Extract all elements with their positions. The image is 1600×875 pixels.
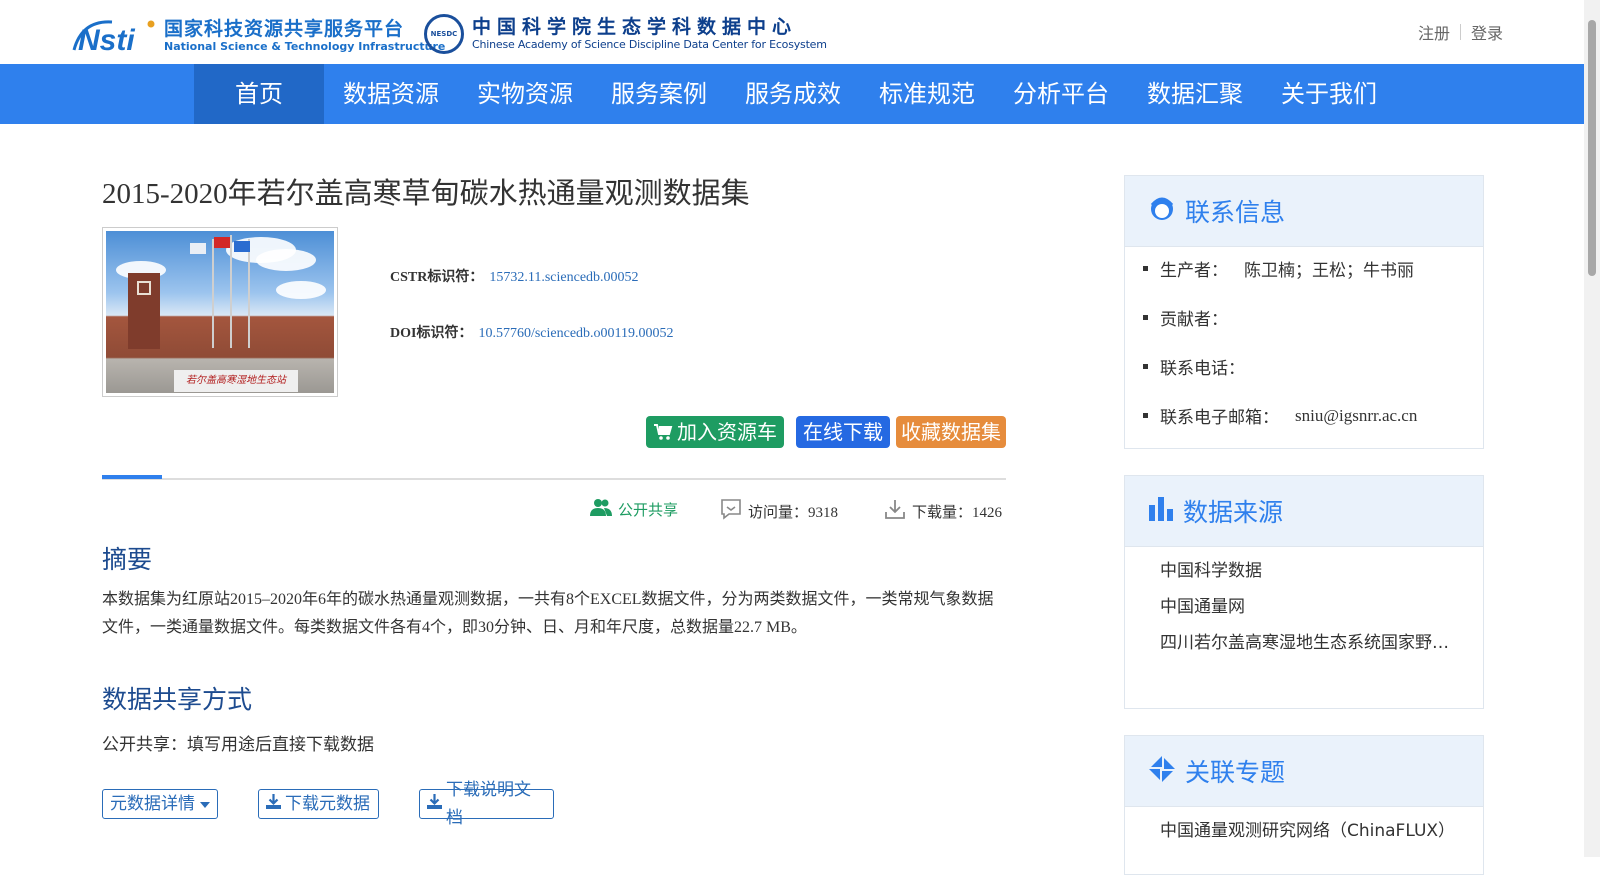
station-photo: 若尔盖高寒湿地生态站 <box>106 231 334 393</box>
topic-item-1[interactable]: 中国通量观测研究网络（ChinaFLUX） <box>1160 816 1460 841</box>
nav-item-service-results[interactable]: 服务成效 <box>726 64 860 124</box>
source-item-1[interactable]: 中国科学数据 <box>1160 556 1460 581</box>
download-metadata-icon <box>266 790 281 818</box>
doi-link[interactable]: 10.57760/sciencedb.o00119.00052 <box>478 326 673 341</box>
cart-icon <box>653 418 673 450</box>
nav-item-service-cases[interactable]: 服务案例 <box>592 64 726 124</box>
public-share-stat: 公开共享 <box>590 498 678 521</box>
online-download-button[interactable]: 在线下载 <box>796 416 890 448</box>
add-to-cart-label: 加入资源车 <box>677 420 777 444</box>
producer-value: 陈卫楠；王松；牛书丽 <box>1244 261 1414 281</box>
contact-row-email: 联系电子邮箱： sniu@igsnrr.ac.cn <box>1143 403 1417 428</box>
source-item-2[interactable]: 中国通量网 <box>1160 592 1460 617</box>
tab-divider <box>102 478 1006 480</box>
users-icon <box>590 498 618 521</box>
data-source-panel-title: 数据来源 <box>1183 498 1284 527</box>
auth-divider <box>1460 24 1462 40</box>
download-count-stat: 下载量：1426 <box>884 498 1002 525</box>
nsti-logo[interactable]: Nsti 国家科技资源共享服务平台 National Science & Tec… <box>72 14 445 58</box>
cstr-link[interactable]: 15732.11.sciencedb.00052 <box>489 270 638 285</box>
related-topics-panel-title: 关联专题 <box>1185 758 1286 787</box>
producer-label: 生产者： <box>1160 261 1228 281</box>
cstr-identifier: CSTR标识符： 15732.11.sciencedb.00052 <box>390 266 639 286</box>
nesdc-logo[interactable]: NESDC 中国科学院生态学科数据中心 Chinese Academy of S… <box>424 14 827 54</box>
related-topics-panel-header: 关联专题 <box>1125 736 1483 807</box>
nav-item-data-resources[interactable]: 数据资源 <box>324 64 458 124</box>
contact-row-contributor: 贡献者： <box>1143 305 1244 330</box>
nav-item-standards[interactable]: 标准规范 <box>860 64 994 124</box>
download-metadata-label: 下载元数据 <box>285 794 370 814</box>
contributor-label: 贡献者： <box>1160 310 1228 330</box>
add-to-cart-button[interactable]: 加入资源车 <box>646 416 784 448</box>
dataset-thumbnail: 若尔盖高寒湿地生态站 <box>102 227 338 397</box>
contact-panel: 联系信息 生产者： 陈卫楠；王松；牛书丽 贡献者： 联系电话： 联系电子邮箱： sn… <box>1124 175 1484 449</box>
bar-chart-icon <box>1149 497 1173 525</box>
page-scrollbar[interactable] <box>1584 0 1600 857</box>
nsti-logo-cn: 国家科技资源共享服务平台 <box>164 18 405 40</box>
main-nav: 首页 数据资源 实物资源 服务案例 服务成效 标准规范 分析平台 数据汇聚 关于… <box>0 64 1584 124</box>
data-source-panel-header: 数据来源 <box>1125 476 1483 547</box>
download-doc-button[interactable]: 下载说明文档 <box>419 780 554 828</box>
dataset-title: 2015-2020年若尔盖高寒草甸碳水热通量观测数据集 <box>102 178 750 210</box>
site-header: Nsti 国家科技资源共享服务平台 National Science & Tec… <box>0 0 1584 64</box>
nav-item-analysis-platform[interactable]: 分析平台 <box>994 64 1128 124</box>
comment-icon <box>720 498 748 525</box>
login-link[interactable]: 登录 <box>1471 20 1503 44</box>
metadata-detail-label: 元数据详情 <box>110 794 195 814</box>
nav-item-about-us[interactable]: 关于我们 <box>1262 64 1396 124</box>
visit-count-stat: 访问量：9318 <box>720 498 838 525</box>
nsti-logo-en: National Science & Technology Infrastruc… <box>164 40 446 53</box>
scrollbar-thumb[interactable] <box>1588 20 1596 276</box>
sharing-text: 公开共享：填写用途后直接下载数据 <box>102 735 374 755</box>
source-item-3[interactable]: 四川若尔盖高寒湿地生态系统国家野外科学观测研究站 <box>1160 628 1460 653</box>
contact-panel-header: 联系信息 <box>1125 176 1483 247</box>
download-doc-label: 下载说明文档 <box>446 780 531 828</box>
related-topics-panel: 关联专题 中国通量观测研究网络（ChinaFLUX） <box>1124 735 1484 875</box>
download-icon <box>884 498 912 525</box>
nesdc-logo-en: Chinese Academy of Science Discipline Da… <box>472 38 827 51</box>
nav-item-home[interactable]: 首页 <box>194 64 324 124</box>
nav-item-data-aggregation[interactable]: 数据汇聚 <box>1128 64 1262 124</box>
visit-count: 访问量：9318 <box>748 505 839 521</box>
phone-label: 联系电话： <box>1160 359 1245 379</box>
nesdc-logo-cn: 中国科学院生态学科数据中心 <box>472 16 798 38</box>
download-metadata-button[interactable]: 下载元数据 <box>258 789 379 819</box>
download-doc-icon <box>427 790 442 818</box>
svg-text:Nsti: Nsti <box>78 24 135 56</box>
topics-icon <box>1149 756 1175 786</box>
email-value: sniu@igsnrr.ac.cn <box>1295 405 1418 425</box>
abstract-heading: 摘要 <box>102 545 153 574</box>
register-link[interactable]: 注册 <box>1418 20 1450 44</box>
metadata-detail-button[interactable]: 元数据详情 <box>102 789 218 819</box>
caret-down-icon <box>200 790 210 818</box>
auth-links: 注册 登录 <box>1418 20 1503 44</box>
public-share-label: 公开共享 <box>618 503 679 519</box>
doi-label: DOI标识符： <box>390 326 473 341</box>
contact-row-producer: 生产者： 陈卫楠；王松；牛书丽 <box>1143 256 1414 281</box>
favorite-dataset-button[interactable]: 收藏数据集 <box>896 416 1006 448</box>
cstr-label: CSTR标识符： <box>390 270 484 285</box>
tab-active-indicator <box>102 475 162 479</box>
email-label: 联系电子邮箱： <box>1160 408 1279 428</box>
station-plaque: 若尔盖高寒湿地生态站 <box>174 370 298 392</box>
contact-row-phone: 联系电话： <box>1143 354 1261 379</box>
abstract-text: 本数据集为红原站2015–2020年6年的碳水热通量观测数据，一共有8个EXCE… <box>102 591 994 636</box>
nav-item-physical-resources[interactable]: 实物资源 <box>458 64 592 124</box>
data-source-panel: 数据来源 中国科学数据 中国通量网 四川若尔盖高寒湿地生态系统国家野外科学观测研… <box>1124 475 1484 709</box>
contact-panel-title: 联系信息 <box>1185 198 1286 227</box>
doi-identifier: DOI标识符： 10.57760/sciencedb.o00119.00052 <box>390 322 674 342</box>
nsti-logo-mark: Nsti <box>72 16 158 57</box>
sharing-heading: 数据共享方式 <box>102 685 253 714</box>
nesdc-seal-icon: NESDC <box>424 14 464 54</box>
download-count: 下载量：1426 <box>912 505 1003 521</box>
customer-service-icon <box>1149 195 1175 227</box>
